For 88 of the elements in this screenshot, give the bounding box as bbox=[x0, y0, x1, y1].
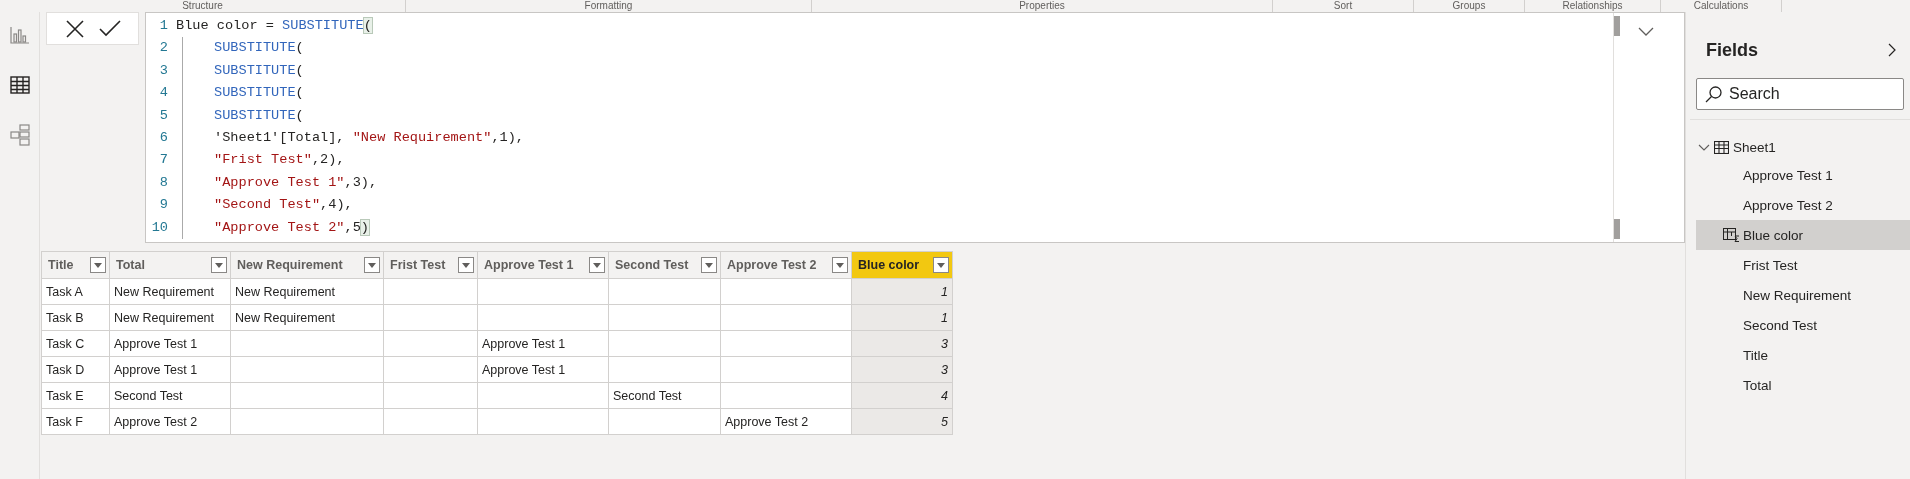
table-cell: New Requirement bbox=[230, 304, 384, 331]
filter-dropdown-button[interactable] bbox=[701, 257, 717, 273]
filter-dropdown-button[interactable] bbox=[211, 257, 227, 273]
code-line: Blue color = SUBSTITUTE( bbox=[176, 17, 372, 35]
field-item[interactable]: New Requirement bbox=[1696, 280, 1910, 310]
calculated-column-icon bbox=[1723, 228, 1740, 242]
search-icon bbox=[1705, 86, 1722, 103]
table-icon bbox=[1714, 140, 1729, 154]
line-number: 6 bbox=[158, 128, 169, 147]
filter-dropdown-button[interactable] bbox=[90, 257, 106, 273]
line-number: 4 bbox=[158, 84, 169, 103]
line-number: 3 bbox=[158, 61, 169, 80]
code-line: "Approve Test 2",5) bbox=[182, 216, 370, 239]
caret-icon bbox=[462, 262, 470, 268]
line-number: 2 bbox=[158, 39, 169, 58]
field-item[interactable]: Second Test bbox=[1696, 310, 1910, 340]
table-cell: Task F bbox=[41, 408, 110, 435]
search-field[interactable]: Search bbox=[1696, 78, 1904, 110]
line-number: 5 bbox=[158, 106, 169, 125]
table-cell: Approve Test 1 bbox=[109, 356, 231, 383]
caret-icon bbox=[836, 262, 844, 268]
caret-icon bbox=[94, 262, 102, 268]
filter-dropdown-button[interactable] bbox=[364, 257, 380, 273]
table-cell: 4 bbox=[851, 382, 953, 409]
field-item[interactable]: Blue color bbox=[1696, 220, 1910, 250]
table-cell: Second Test bbox=[608, 382, 721, 409]
scrollbar-thumb[interactable] bbox=[1614, 219, 1620, 239]
table-cell: Approve Test 1 bbox=[477, 356, 609, 383]
column-header[interactable]: Blue color bbox=[851, 251, 953, 279]
line-number: 1 bbox=[158, 17, 169, 35]
tree-item[interactable]: Sheet1 bbox=[1733, 139, 1776, 155]
field-item[interactable]: Approve Test 1 bbox=[1696, 160, 1910, 190]
caret-icon bbox=[215, 262, 223, 268]
code-line: SUBSTITUTE( bbox=[182, 82, 304, 105]
chevron-right-icon[interactable] bbox=[1888, 43, 1896, 57]
field-item[interactable]: Total bbox=[1696, 370, 1910, 400]
line-number: 9 bbox=[158, 196, 169, 215]
column-header[interactable]: Approve Test 2 bbox=[720, 251, 852, 279]
line-number: 7 bbox=[158, 151, 169, 170]
field-item[interactable]: Approve Test 2 bbox=[1696, 190, 1910, 220]
filter-dropdown-button[interactable] bbox=[589, 257, 605, 273]
table-cell: 1 bbox=[851, 278, 953, 305]
code-line: SUBSTITUTE( bbox=[182, 59, 304, 83]
table-cell: Task E bbox=[41, 382, 110, 409]
line-number: 10 bbox=[150, 218, 169, 237]
table-cell: New Requirement bbox=[109, 278, 231, 305]
column-header[interactable]: Approve Test 1 bbox=[477, 251, 609, 279]
code-line: SUBSTITUTE( bbox=[182, 104, 304, 127]
code-line: SUBSTITUTE( bbox=[182, 37, 304, 60]
column-header[interactable]: Total bbox=[109, 251, 231, 279]
column-header[interactable]: Frist Test bbox=[383, 251, 478, 279]
column-header[interactable]: Title bbox=[41, 251, 110, 279]
caret-icon bbox=[593, 262, 601, 268]
scrollbar-thumb[interactable] bbox=[1614, 16, 1620, 36]
table-cell: Task D bbox=[41, 356, 110, 383]
table-cell: Second Test bbox=[109, 382, 231, 409]
table-cell: 3 bbox=[851, 356, 953, 383]
commit-check-icon[interactable] bbox=[98, 19, 121, 38]
filter-dropdown-button[interactable] bbox=[458, 257, 474, 273]
column-header[interactable]: Second Test bbox=[608, 251, 721, 279]
chevron-down-icon[interactable] bbox=[1698, 143, 1710, 151]
code-line: "Approve Test 1",3), bbox=[182, 171, 378, 195]
table-cell: Approve Test 2 bbox=[720, 408, 852, 435]
code-line: "Frist Test",2), bbox=[182, 149, 345, 172]
cancel-icon[interactable] bbox=[64, 18, 85, 39]
table-cell: Task B bbox=[41, 304, 110, 331]
pane-title: Fields bbox=[1706, 39, 1758, 61]
field-item[interactable]: Title bbox=[1696, 340, 1910, 370]
table-cell: Approve Test 1 bbox=[477, 330, 609, 357]
caret-icon bbox=[705, 262, 713, 268]
table-cell: Approve Test 2 bbox=[109, 408, 231, 435]
field-item[interactable]: Frist Test bbox=[1696, 250, 1910, 280]
table-cell: 1 bbox=[851, 304, 953, 331]
code-line: 'Sheet1'[Total], "New Requirement",1), bbox=[182, 126, 524, 150]
code-line: "Second Test",4), bbox=[182, 194, 353, 217]
table-cell: Approve Test 1 bbox=[109, 330, 231, 357]
filter-dropdown-button[interactable] bbox=[832, 257, 848, 273]
caret-icon bbox=[368, 262, 376, 268]
caret-icon bbox=[937, 262, 945, 268]
filter-dropdown-button[interactable] bbox=[933, 257, 949, 273]
table-cell: Task A bbox=[41, 278, 110, 305]
table-cell: 3 bbox=[851, 330, 953, 357]
table-cell: Task C bbox=[41, 330, 110, 357]
column-header[interactable]: New Requirement bbox=[230, 251, 384, 279]
table-cell: New Requirement bbox=[109, 304, 231, 331]
line-number: 8 bbox=[158, 173, 169, 192]
table-cell: New Requirement bbox=[230, 278, 384, 305]
table-cell: 5 bbox=[851, 408, 953, 435]
